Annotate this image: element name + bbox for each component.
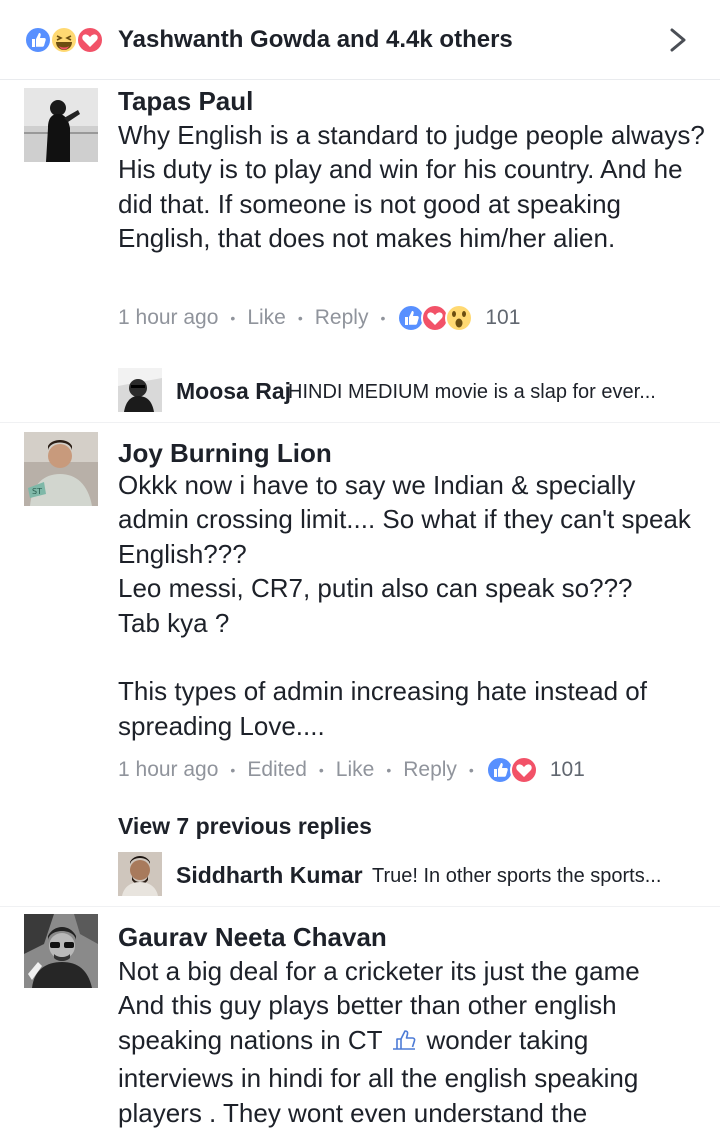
wow-icon bbox=[445, 304, 474, 332]
comment-meta: 1 hour ago • Like • Reply • 101 bbox=[118, 302, 520, 334]
avatar[interactable] bbox=[24, 88, 98, 162]
love-icon bbox=[421, 304, 450, 332]
separator-dot: • bbox=[318, 762, 324, 778]
comment-text-segment: speaking nations in CT bbox=[118, 1024, 383, 1055]
like-button[interactable]: Like bbox=[336, 754, 375, 786]
avatar[interactable]: ST bbox=[24, 432, 98, 506]
comment-text-line: Not a big deal for a cricketer its just … bbox=[118, 956, 640, 986]
reaction-count[interactable]: 101 bbox=[485, 302, 520, 334]
separator-dot: • bbox=[230, 762, 236, 778]
svg-text:ST: ST bbox=[32, 487, 42, 496]
haha-icon bbox=[50, 26, 78, 54]
reply-author[interactable]: Siddharth Kumar bbox=[176, 860, 363, 890]
reaction-count[interactable]: 101 bbox=[550, 754, 585, 786]
separator-dot: • bbox=[386, 762, 392, 778]
comment-meta: 1 hour ago • Edited • Like • Reply • 101 bbox=[118, 754, 585, 786]
reply-text: True! In other sports the sports... bbox=[372, 865, 662, 887]
comments-page: Yashwanth Gowda and 4.4k others Tapas Pa… bbox=[0, 0, 720, 1144]
reaction-icons[interactable] bbox=[485, 756, 542, 784]
reactors-text[interactable]: Yashwanth Gowda and 4.4k others bbox=[118, 24, 513, 56]
comment-text: Why English is a standard to judge peopl… bbox=[118, 120, 713, 254]
like-icon bbox=[485, 756, 514, 784]
reply-text: HINDI MEDIUM movie is a slap for ever... bbox=[288, 381, 656, 403]
avatar[interactable] bbox=[24, 914, 98, 988]
like-icon bbox=[24, 26, 52, 54]
view-previous-replies-link[interactable]: View 7 previous replies bbox=[118, 810, 372, 842]
divider bbox=[0, 422, 720, 423]
separator-dot: • bbox=[297, 310, 303, 326]
reply-button[interactable]: Reply bbox=[403, 754, 457, 786]
love-icon bbox=[509, 756, 538, 784]
like-button[interactable]: Like bbox=[247, 302, 286, 334]
avatar bbox=[118, 852, 162, 896]
reaction-icons[interactable] bbox=[397, 304, 477, 332]
reply-button[interactable]: Reply bbox=[315, 302, 369, 334]
edited-label[interactable]: Edited bbox=[247, 754, 307, 786]
reply-preview[interactable]: Moosa Raj HINDI MEDIUM movie is a slap f… bbox=[118, 368, 708, 412]
comment-text: Okkk now i have to say we Indian & speci… bbox=[118, 470, 691, 741]
comment-time[interactable]: 1 hour ago bbox=[118, 754, 218, 786]
comment-time[interactable]: 1 hour ago bbox=[118, 302, 218, 334]
love-icon bbox=[76, 26, 104, 54]
thumbs-up-outline-icon bbox=[389, 1025, 419, 1061]
like-icon bbox=[397, 304, 426, 332]
comment-text-line: players . They wont even understand the bbox=[118, 1097, 588, 1128]
reply-preview[interactable]: Siddharth Kumar True! In other sports th… bbox=[118, 852, 708, 896]
separator-dot: • bbox=[380, 310, 386, 326]
comment-text-line: interviews in hindi for all the english … bbox=[118, 1063, 639, 1094]
comment-author[interactable]: Joy Burning Lion bbox=[118, 436, 332, 470]
comment-author[interactable]: Gaurav Neeta Chavan bbox=[118, 920, 387, 954]
comment-text: Not a big deal for a cricketer its just … bbox=[118, 954, 708, 1130]
separator-dot: • bbox=[230, 310, 236, 326]
comment-author[interactable]: Tapas Paul bbox=[118, 84, 253, 118]
comment-text-line: speaking nations in CT wonder taking bbox=[118, 1023, 708, 1061]
comment-text-line: And this guy plays better than other eng… bbox=[118, 990, 617, 1021]
comment-text-segment: wonder taking bbox=[426, 1024, 589, 1055]
reactions-summary-bar[interactable]: Yashwanth Gowda and 4.4k others bbox=[0, 0, 720, 80]
chevron-right-icon[interactable] bbox=[666, 24, 690, 56]
reaction-icons bbox=[24, 26, 106, 54]
avatar bbox=[118, 368, 162, 412]
divider bbox=[0, 906, 720, 907]
separator-dot: • bbox=[468, 762, 474, 778]
reply-author[interactable]: Moosa Raj bbox=[176, 376, 291, 406]
